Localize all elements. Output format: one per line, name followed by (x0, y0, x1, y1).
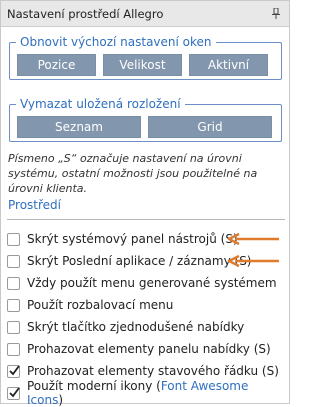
active-button[interactable]: Aktivní (189, 54, 268, 76)
option-label: Skrýt Poslední aplikace / záznamy (S) (27, 254, 252, 268)
checkbox[interactable] (7, 342, 20, 356)
option-label: Prohazovat elementy panelu nabídky (S) (27, 342, 271, 356)
checkbox[interactable] (7, 276, 20, 290)
size-button[interactable]: Velikost (103, 54, 182, 76)
checkbox[interactable] (7, 232, 20, 246)
layout-clear-legend: Vymazat uložená rozložení (20, 97, 181, 111)
environment-section-title: Prostředí (8, 198, 61, 212)
position-button[interactable]: Pozice (17, 54, 96, 76)
checkbox[interactable] (7, 386, 20, 400)
pin-icon[interactable] (271, 8, 281, 20)
window-reset-legend: Obnovit výchozí nastavení oken (20, 35, 212, 49)
option-label: Použít moderní ikony (Font Awesome Icons… (27, 379, 249, 407)
option-hide-simple-menu-button[interactable]: Skrýt tlačítko zjednodušené nabídky (7, 316, 285, 338)
option-label: Použít rozbalovací menu (27, 298, 174, 312)
panel-titlebar: Nastavení prostředí Allegro (1, 1, 289, 27)
option-system-menu[interactable]: Vždy použít menu generované systémem (7, 272, 285, 294)
checkbox[interactable] (7, 320, 20, 334)
option-label: Vždy použít menu generované systémem (27, 276, 277, 290)
grid-button[interactable]: Grid (148, 116, 272, 138)
arrow-icon (227, 233, 279, 245)
allegro-settings-panel: Nastavení prostředí Allegro Obnovit vých… (0, 0, 290, 407)
system-level-note: Písmeno „S“ označuje nastavení na úrovni… (8, 152, 258, 195)
option-dropdown-menu[interactable]: Použít rozbalovací menu (7, 294, 285, 316)
list-button[interactable]: Seznam (17, 116, 141, 138)
option-modern-icons[interactable]: Použít moderní ikony (Font Awesome Icons… (7, 379, 285, 407)
option-label: Prohazovat elementy stavového řádku (S) (27, 364, 279, 378)
window-reset-group: Obnovit výchozí nastavení oken Pozice Ve… (9, 35, 282, 80)
option-label: Skrýt systémový panel nástrojů (S) (27, 232, 238, 246)
checkbox[interactable] (7, 364, 20, 378)
option-swap-menu-elements[interactable]: Prohazovat elementy panelu nabídky (S) (7, 338, 285, 360)
section-divider (7, 219, 285, 220)
layout-clear-group: Vymazat uložená rozložení Seznam Grid (9, 97, 282, 142)
panel-title: Nastavení prostředí Allegro (7, 6, 164, 21)
checkbox[interactable] (7, 298, 20, 312)
checkmark-icon (9, 364, 20, 375)
arrow-icon (227, 255, 279, 267)
option-label: Skrýt tlačítko zjednodušené nabídky (27, 320, 245, 334)
checkmark-icon (9, 386, 20, 397)
checkbox[interactable] (7, 254, 20, 268)
